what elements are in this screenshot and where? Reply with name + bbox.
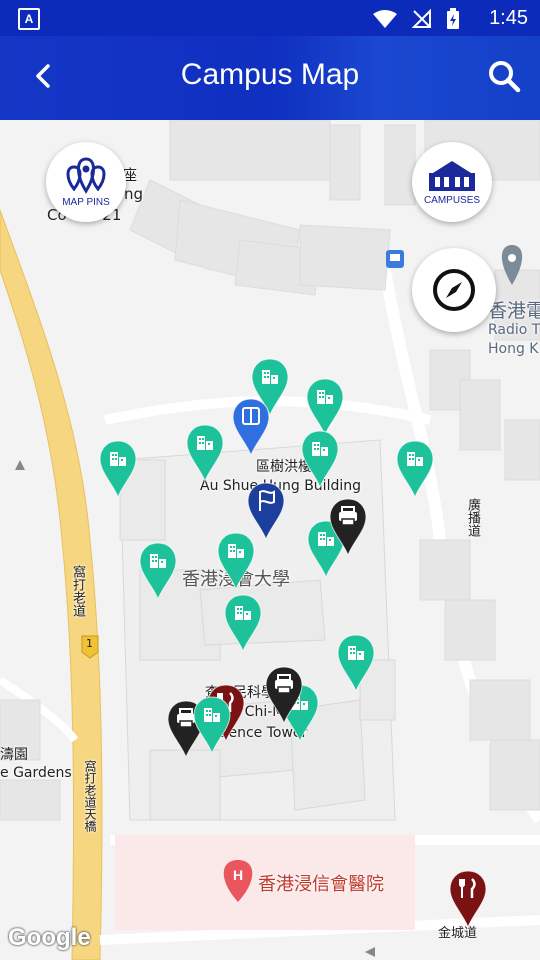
- library-pin[interactable]: [232, 398, 270, 457]
- building-pin[interactable]: [186, 424, 224, 483]
- map-label-road-left: 窩打老道: [70, 565, 85, 617]
- clock: 1:45: [489, 7, 528, 29]
- status-icons: [372, 8, 460, 30]
- map-view[interactable]: H 座 ng Co ock 21 香港電 Radio T Hong K 區樹洪樓…: [0, 120, 540, 960]
- map-label-radio-en1: Radio T: [488, 322, 540, 338]
- status-bar: A 1:45: [0, 0, 540, 36]
- campuses-button[interactable]: CAMPUSES: [412, 142, 492, 222]
- building-pin[interactable]: [224, 594, 262, 653]
- google-logo: Google: [8, 924, 91, 951]
- printer-pin[interactable]: [329, 498, 367, 557]
- map-label-block21-mid: ng: [124, 185, 144, 203]
- no-signal-icon: [412, 9, 431, 28]
- wifi-icon: [373, 10, 397, 28]
- building-pin[interactable]: [337, 634, 375, 693]
- building-pin[interactable]: [217, 532, 255, 591]
- map-pins-label: MAP PINS: [62, 196, 110, 208]
- app-bar: Campus Map: [0, 36, 540, 120]
- map-label-gardens-zh: 濤園: [0, 747, 28, 763]
- map-label-right-road: 廣播道: [465, 498, 480, 537]
- search-icon[interactable]: [486, 58, 522, 94]
- restaurant-pin[interactable]: [449, 870, 487, 929]
- battery-charging-icon: [447, 8, 459, 29]
- building-pin[interactable]: [306, 378, 344, 437]
- map-label-radio-en2: Hong K: [488, 341, 539, 357]
- campus-building-icon: [429, 160, 475, 191]
- building-pin[interactable]: [193, 696, 231, 755]
- building-pin[interactable]: [396, 440, 434, 499]
- building-pin[interactable]: [99, 440, 137, 499]
- map-label-route-number: 1: [86, 637, 93, 650]
- svg-text:H: H: [233, 867, 243, 883]
- accessibility-app-icon: A: [18, 8, 40, 30]
- campuses-label: CAMPUSES: [423, 194, 481, 206]
- compass-button[interactable]: [412, 248, 496, 332]
- page-title: Campus Map: [180, 58, 360, 91]
- map-label-hospital: 香港浸信會醫院: [258, 874, 384, 895]
- map-label-gardens-en: e Gardens: [0, 765, 72, 781]
- building-pin[interactable]: [301, 430, 339, 489]
- map-pins-button[interactable]: MAP PINS: [46, 142, 126, 222]
- map-label-radio-zh: 香港電: [488, 300, 540, 322]
- map-label-flyover: 窩打老道天橋: [83, 760, 97, 832]
- flag-pin[interactable]: [247, 482, 285, 541]
- building-pin[interactable]: [139, 542, 177, 601]
- map-pins-icon: [66, 156, 106, 194]
- printer-pin[interactable]: [265, 666, 303, 725]
- compass-icon: [433, 269, 475, 311]
